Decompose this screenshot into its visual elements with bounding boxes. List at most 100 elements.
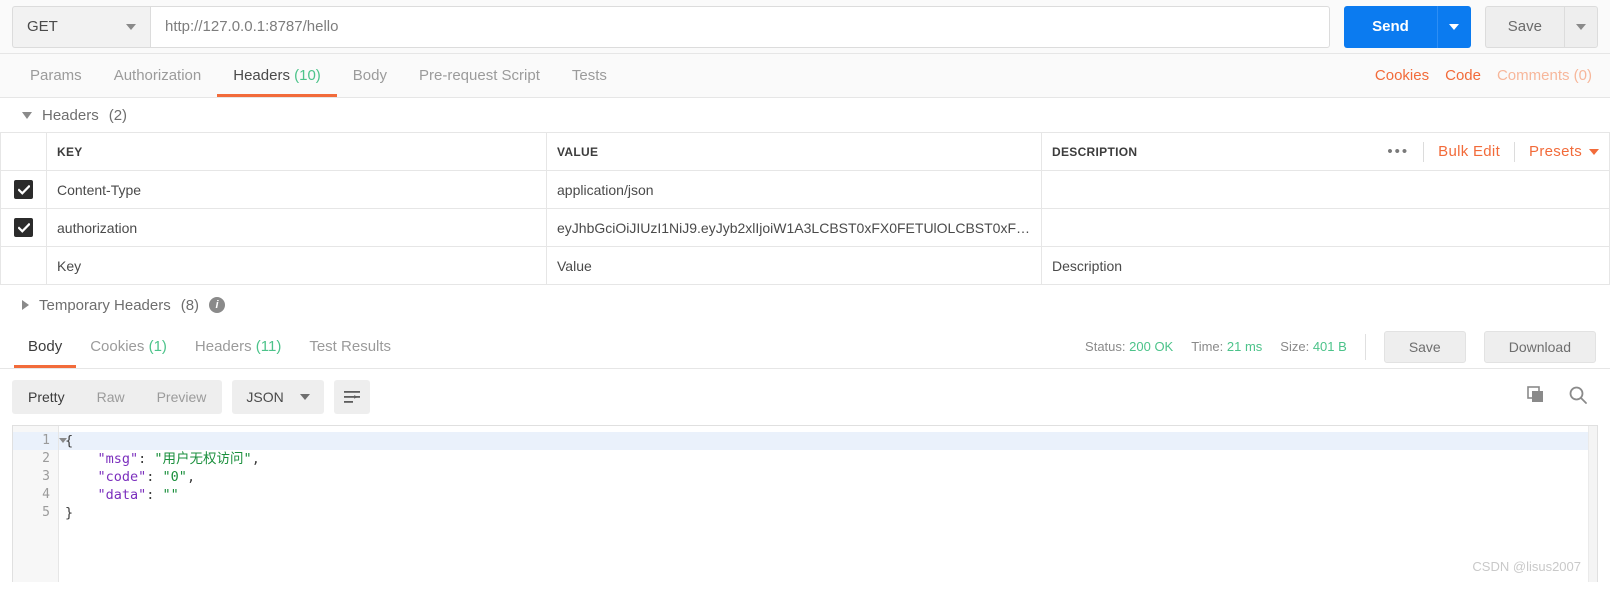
header-key-cell[interactable]: authorization: [46, 208, 547, 247]
header-row-empty[interactable]: Key Value Description: [0, 246, 1610, 285]
tab-label: Test Results: [309, 338, 392, 355]
presets-button[interactable]: Presets: [1529, 143, 1582, 160]
more-options-icon[interactable]: •••: [1387, 143, 1409, 160]
headers-section-header[interactable]: Headers (2): [0, 98, 1610, 132]
response-body-code[interactable]: { "msg": "用户无权访问", "code": "0", "data": …: [59, 426, 1597, 582]
code-token: ,: [186, 469, 196, 485]
status-label: Status:: [1085, 339, 1126, 354]
header-row-checkbox-cell[interactable]: [0, 246, 47, 285]
line-number: 2: [42, 451, 50, 466]
response-tab-body[interactable]: Body: [14, 325, 77, 368]
checkbox-checked-icon[interactable]: [14, 180, 33, 199]
request-tab-headers[interactable]: Headers (10): [217, 54, 337, 97]
search-icon: [1569, 386, 1587, 404]
code-line: {: [59, 432, 1597, 450]
fold-toggle-icon[interactable]: [59, 438, 67, 443]
comments-link[interactable]: Comments (0): [1497, 67, 1592, 84]
copy-button[interactable]: [1526, 385, 1546, 410]
save-options-button[interactable]: [1564, 5, 1598, 48]
temporary-headers-section-header[interactable]: Temporary Headers (8) i: [0, 285, 1610, 325]
response-tab-test-results[interactable]: Test Results: [295, 325, 405, 368]
time-label: Time:: [1191, 339, 1224, 354]
code-token: "用户无权访问": [154, 451, 252, 467]
header-row[interactable]: Content-Type application/json: [0, 170, 1610, 209]
response-tab-headers[interactable]: Headers (11): [181, 325, 295, 368]
new-header-description-input[interactable]: Description: [1041, 246, 1610, 285]
request-tab-right-links: Cookies Code Comments (0): [1375, 54, 1596, 97]
size-group: Size: 401 B: [1280, 339, 1347, 354]
code-link[interactable]: Code: [1445, 67, 1481, 84]
header-description-cell[interactable]: [1041, 170, 1610, 209]
body-view-mode-preview[interactable]: Preview: [141, 380, 223, 414]
triangle-right-icon: [22, 300, 29, 310]
code-token: :: [146, 469, 163, 485]
chevron-down-icon: [1449, 23, 1460, 30]
code-line: }: [59, 504, 1597, 522]
status-group: Status: 200 OK: [1085, 339, 1173, 354]
body-toolbar-right: [1526, 385, 1598, 410]
response-body-toolbar: Pretty Raw Preview JSON: [0, 369, 1610, 425]
new-header-value-input[interactable]: Value: [546, 246, 1042, 285]
time-group: Time: 21 ms: [1191, 339, 1262, 354]
header-description-cell[interactable]: [1041, 208, 1610, 247]
new-header-key-input[interactable]: Key: [46, 246, 547, 285]
checkbox-checked-icon[interactable]: [14, 218, 33, 237]
body-view-mode-group: Pretty Raw Preview: [12, 380, 223, 414]
header-value-cell[interactable]: application/json: [546, 170, 1042, 209]
request-url-input[interactable]: [150, 5, 1331, 48]
request-tab-tests[interactable]: Tests: [556, 54, 623, 97]
headers-table-header-row: KEY VALUE DESCRIPTION ••• Bulk Edit Pres…: [0, 132, 1610, 171]
code-token: "0": [162, 469, 187, 485]
size-value: 401 B: [1312, 339, 1347, 354]
search-button[interactable]: [1568, 385, 1588, 410]
headers-section-count: (2): [108, 106, 128, 124]
info-icon[interactable]: i: [209, 297, 226, 313]
send-button[interactable]: Send: [1344, 5, 1437, 48]
header-key-cell[interactable]: Content-Type: [46, 170, 547, 209]
body-format-select[interactable]: JSON: [232, 380, 324, 414]
request-tab-authorization[interactable]: Authorization: [98, 54, 218, 97]
response-body-viewer[interactable]: 12 3 4 5 { "msg": "用户无权访问", "code": "0", "d…: [12, 425, 1598, 582]
word-wrap-icon: [343, 391, 360, 403]
save-response-button[interactable]: Save: [1383, 330, 1466, 363]
header-row-checkbox-cell[interactable]: [0, 208, 47, 247]
line-number: 1: [13, 432, 67, 450]
word-wrap-button[interactable]: [333, 380, 370, 414]
header-row-checkbox-cell[interactable]: [0, 170, 47, 209]
request-tab-params[interactable]: Params: [14, 54, 98, 97]
response-tab-cookies[interactable]: Cookies (1): [76, 325, 181, 368]
code-token: :: [138, 451, 155, 467]
copy-icon: [1527, 385, 1543, 402]
time-value: 21 ms: [1226, 339, 1263, 354]
request-tab-body[interactable]: Body: [337, 54, 403, 97]
body-view-mode-pretty[interactable]: Pretty: [12, 380, 81, 414]
chevron-down-icon: [1576, 23, 1586, 30]
code-token: "code": [65, 469, 147, 485]
http-method-value: GET: [27, 18, 58, 35]
status-value: 200 OK: [1129, 339, 1174, 354]
chevron-down-icon: [126, 23, 136, 30]
send-options-button[interactable]: [1436, 5, 1471, 48]
cookies-link[interactable]: Cookies: [1375, 67, 1429, 84]
tab-label: Tests: [571, 67, 607, 84]
column-header-description: DESCRIPTION ••• Bulk Edit Presets: [1041, 132, 1610, 171]
tab-label: Cookies: [90, 338, 145, 355]
divider: [1423, 141, 1425, 162]
header-row[interactable]: authorization eyJhbGciOiJIUzI1NiJ9.eyJyb2…: [0, 208, 1610, 247]
body-view-mode-raw[interactable]: Raw: [81, 380, 141, 414]
header-value-cell[interactable]: eyJhbGciOiJIUzI1NiJ9.eyJyb2xlIjoiW1A3LCB…: [546, 208, 1042, 247]
temporary-headers-title: Temporary Headers: [39, 296, 171, 314]
request-tab-pre-request-script[interactable]: Pre-request Script: [403, 54, 556, 97]
tab-label: Body: [28, 338, 63, 355]
line-number: 5: [42, 505, 50, 520]
http-method-select[interactable]: GET: [12, 5, 150, 48]
divider: [1514, 141, 1516, 162]
tab-label: Params: [30, 67, 82, 84]
save-request-button[interactable]: Save: [1484, 5, 1564, 48]
tab-count: (11): [251, 338, 282, 355]
vertical-scrollbar[interactable]: [1588, 426, 1597, 582]
code-token: ,: [251, 451, 260, 467]
download-response-button[interactable]: Download: [1483, 330, 1596, 363]
bulk-edit-button[interactable]: Bulk Edit: [1438, 143, 1500, 160]
code-token: :: [146, 487, 163, 503]
